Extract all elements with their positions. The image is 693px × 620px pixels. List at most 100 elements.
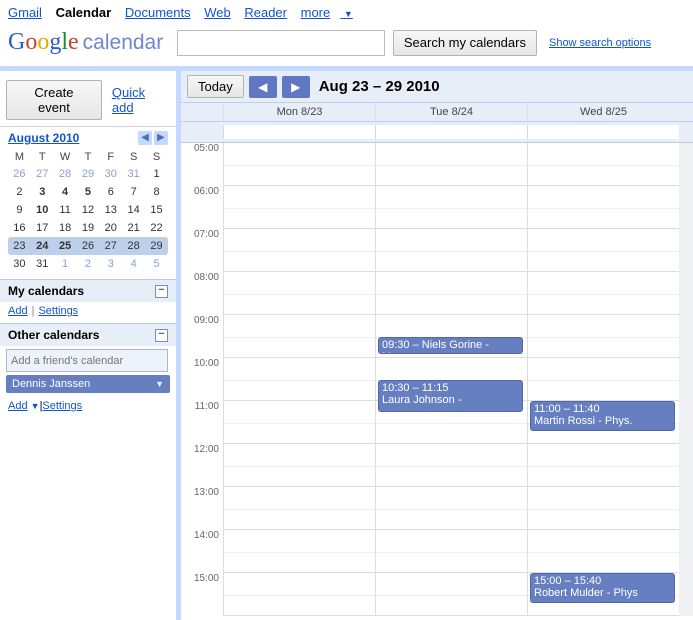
other-calendar-label: Dennis Janssen xyxy=(12,378,90,390)
mini-day[interactable]: 31 xyxy=(122,165,145,183)
nav-web[interactable]: Web xyxy=(204,5,231,20)
day-column-header[interactable]: Tue 8/24 xyxy=(375,103,527,121)
search-input[interactable] xyxy=(177,30,385,56)
mini-day[interactable]: 12 xyxy=(77,201,100,219)
mini-day[interactable]: 20 xyxy=(99,219,122,237)
main: Create event Quick add August 2010 ◀ ▶ M… xyxy=(0,66,693,620)
mini-day[interactable]: 10 xyxy=(31,201,54,219)
nav-reader[interactable]: Reader xyxy=(244,5,287,20)
nav-documents[interactable]: Documents xyxy=(125,5,191,20)
day-column[interactable] xyxy=(223,143,375,616)
mini-day[interactable]: 5 xyxy=(77,183,100,201)
mini-dow: T xyxy=(31,149,54,165)
mini-day[interactable]: 1 xyxy=(54,255,77,273)
my-calendars-header: My calendars − xyxy=(0,279,176,302)
mini-day[interactable]: 18 xyxy=(54,219,77,237)
mini-day[interactable]: 15 xyxy=(145,201,168,219)
nav-gmail[interactable]: Gmail xyxy=(8,5,42,20)
header: Googlecalendar Search my calendars Show … xyxy=(0,23,693,66)
mini-day[interactable]: 9 xyxy=(8,201,31,219)
event-time: 10:30 – 11:15 xyxy=(382,382,519,394)
hour-label: 08:00 xyxy=(194,272,219,283)
hour-label: 05:00 xyxy=(194,143,219,154)
mini-day[interactable]: 31 xyxy=(31,255,54,273)
mini-day[interactable]: 3 xyxy=(31,183,54,201)
mini-day[interactable]: 11 xyxy=(54,201,77,219)
mini-day[interactable]: 23 xyxy=(8,237,31,255)
mini-day[interactable]: 27 xyxy=(99,237,122,255)
logo: Googlecalendar xyxy=(8,29,163,56)
collapse-icon[interactable]: − xyxy=(155,329,168,342)
prev-week-button[interactable]: ◀ xyxy=(249,76,277,98)
other-calendar-item[interactable]: Dennis Janssen ▼ xyxy=(6,375,170,393)
mini-day[interactable]: 28 xyxy=(54,165,77,183)
mini-day[interactable]: 30 xyxy=(99,165,122,183)
calendar-event[interactable]: 09:30 – Niels Gorine - Massa xyxy=(378,337,523,354)
mini-day[interactable]: 7 xyxy=(122,183,145,201)
mini-day[interactable]: 13 xyxy=(99,201,122,219)
mini-month-label[interactable]: August 2010 xyxy=(8,131,79,145)
mini-day[interactable]: 28 xyxy=(122,237,145,255)
othercals-settings[interactable]: Settings xyxy=(42,400,82,412)
day-column-header[interactable]: Wed 8/25 xyxy=(527,103,679,121)
chevron-down-icon[interactable]: ▼ xyxy=(155,379,164,389)
mini-day[interactable]: 1 xyxy=(145,165,168,183)
othercals-add[interactable]: Add xyxy=(8,400,28,412)
mini-day[interactable]: 26 xyxy=(77,237,100,255)
mini-day[interactable]: 2 xyxy=(77,255,100,273)
mini-day[interactable]: 8 xyxy=(145,183,168,201)
mini-day[interactable]: 4 xyxy=(54,183,77,201)
allday-cell[interactable] xyxy=(375,125,527,139)
allday-cell[interactable] xyxy=(223,125,375,139)
quick-add-link[interactable]: Quick add xyxy=(112,85,170,115)
mini-day[interactable]: 22 xyxy=(145,219,168,237)
mini-next-button[interactable]: ▶ xyxy=(154,131,168,145)
mini-day[interactable]: 29 xyxy=(145,237,168,255)
calendar-event[interactable]: 11:00 – 11:40Martin Rossi - Phys. xyxy=(530,401,675,431)
mini-day[interactable]: 3 xyxy=(99,255,122,273)
nav-more[interactable]: more ▼ xyxy=(301,5,363,20)
hour-label: 10:00 xyxy=(194,358,219,369)
event-title: Robert Mulder - Phys xyxy=(534,587,638,599)
mycals-settings[interactable]: Settings xyxy=(38,305,78,317)
mini-day[interactable]: 6 xyxy=(99,183,122,201)
day-column-header[interactable]: Mon 8/23 xyxy=(223,103,375,121)
chevron-down-icon: ▼ xyxy=(344,9,353,19)
event-time: 09:30 – xyxy=(382,339,422,351)
calendar-event[interactable]: 10:30 – 11:15Laura Johnson - xyxy=(378,380,523,412)
mini-day[interactable]: 19 xyxy=(77,219,100,237)
scrollbar[interactable] xyxy=(679,143,693,616)
today-button[interactable]: Today xyxy=(187,75,244,98)
mini-dow: W xyxy=(54,149,77,165)
mini-prev-button[interactable]: ◀ xyxy=(138,131,152,145)
allday-cell[interactable] xyxy=(527,125,679,139)
day-column[interactable]: 09:30 – Niels Gorine - Massa 10:30 – 11:1… xyxy=(375,143,527,616)
time-grid[interactable]: 05:0006:0007:0008:0009:0010:0011:0012:00… xyxy=(181,143,693,620)
event-title: Laura Johnson - xyxy=(382,394,462,406)
mycals-add[interactable]: Add xyxy=(8,305,28,317)
search-button[interactable]: Search my calendars xyxy=(393,30,537,56)
mini-day[interactable]: 21 xyxy=(122,219,145,237)
mini-day[interactable]: 30 xyxy=(8,255,31,273)
mini-day[interactable]: 26 xyxy=(8,165,31,183)
event-time: 11:00 – 11:40 xyxy=(534,403,671,415)
mini-day[interactable]: 2 xyxy=(8,183,31,201)
mini-day[interactable]: 24 xyxy=(31,237,54,255)
mini-day[interactable]: 17 xyxy=(31,219,54,237)
hour-label: 11:00 xyxy=(195,401,219,412)
mini-day[interactable]: 25 xyxy=(54,237,77,255)
mini-day[interactable]: 27 xyxy=(31,165,54,183)
show-search-options[interactable]: Show search options xyxy=(549,37,651,49)
calendar-event[interactable]: 15:00 – 15:40Robert Mulder - Phys xyxy=(530,573,675,603)
collapse-icon[interactable]: − xyxy=(155,285,168,298)
mini-day[interactable]: 4 xyxy=(122,255,145,273)
create-event-button[interactable]: Create event xyxy=(6,80,102,120)
add-friend-calendar-input[interactable] xyxy=(6,349,168,372)
mini-day[interactable]: 29 xyxy=(77,165,100,183)
search-form: Search my calendars xyxy=(177,30,537,56)
day-column[interactable]: 11:00 – 11:40Martin Rossi - Phys. 15:00 –… xyxy=(527,143,679,616)
mini-day[interactable]: 14 xyxy=(122,201,145,219)
mini-day[interactable]: 5 xyxy=(145,255,168,273)
mini-day[interactable]: 16 xyxy=(8,219,31,237)
next-week-button[interactable]: ▶ xyxy=(282,76,310,98)
